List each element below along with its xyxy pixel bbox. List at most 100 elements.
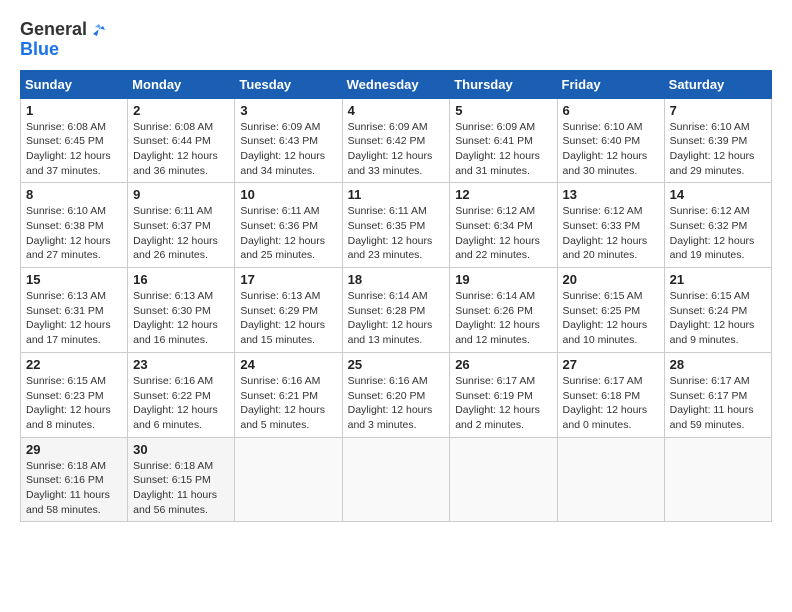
day-number: 12: [455, 187, 551, 202]
calendar-day-cell: 6 Sunrise: 6:10 AMSunset: 6:40 PMDayligh…: [557, 98, 664, 183]
calendar-day-cell: [235, 437, 342, 522]
weekday-header: Friday: [557, 70, 664, 98]
day-number: 2: [133, 103, 229, 118]
day-detail: Sunrise: 6:15 AMSunset: 6:23 PMDaylight:…: [26, 375, 111, 431]
day-detail: Sunrise: 6:16 AMSunset: 6:22 PMDaylight:…: [133, 375, 218, 431]
day-number: 16: [133, 272, 229, 287]
calendar-day-cell: 28 Sunrise: 6:17 AMSunset: 6:17 PMDaylig…: [664, 352, 771, 437]
day-detail: Sunrise: 6:09 AMSunset: 6:43 PMDaylight:…: [240, 121, 325, 177]
day-detail: Sunrise: 6:10 AMSunset: 6:40 PMDaylight:…: [563, 121, 648, 177]
calendar-day-cell: 7 Sunrise: 6:10 AMSunset: 6:39 PMDayligh…: [664, 98, 771, 183]
day-number: 27: [563, 357, 659, 372]
calendar-week-row: 29 Sunrise: 6:18 AMSunset: 6:16 PMDaylig…: [21, 437, 772, 522]
calendar-day-cell: 17 Sunrise: 6:13 AMSunset: 6:29 PMDaylig…: [235, 268, 342, 353]
logo-blue: Blue: [20, 40, 107, 60]
day-number: 23: [133, 357, 229, 372]
day-detail: Sunrise: 6:14 AMSunset: 6:28 PMDaylight:…: [348, 290, 433, 346]
day-number: 9: [133, 187, 229, 202]
day-number: 14: [670, 187, 766, 202]
day-number: 10: [240, 187, 336, 202]
weekday-header: Tuesday: [235, 70, 342, 98]
calendar-day-cell: [342, 437, 450, 522]
calendar-day-cell: 5 Sunrise: 6:09 AMSunset: 6:41 PMDayligh…: [450, 98, 557, 183]
calendar-day-cell: 9 Sunrise: 6:11 AMSunset: 6:37 PMDayligh…: [128, 183, 235, 268]
calendar-day-cell: 1 Sunrise: 6:08 AMSunset: 6:45 PMDayligh…: [21, 98, 128, 183]
calendar-week-row: 8 Sunrise: 6:10 AMSunset: 6:38 PMDayligh…: [21, 183, 772, 268]
weekday-header: Thursday: [450, 70, 557, 98]
calendar-week-row: 15 Sunrise: 6:13 AMSunset: 6:31 PMDaylig…: [21, 268, 772, 353]
calendar-day-cell: 8 Sunrise: 6:10 AMSunset: 6:38 PMDayligh…: [21, 183, 128, 268]
calendar-day-cell: 13 Sunrise: 6:12 AMSunset: 6:33 PMDaylig…: [557, 183, 664, 268]
calendar-day-cell: 2 Sunrise: 6:08 AMSunset: 6:44 PMDayligh…: [128, 98, 235, 183]
day-number: 24: [240, 357, 336, 372]
day-detail: Sunrise: 6:09 AMSunset: 6:42 PMDaylight:…: [348, 121, 433, 177]
calendar-day-cell: 19 Sunrise: 6:14 AMSunset: 6:26 PMDaylig…: [450, 268, 557, 353]
day-number: 17: [240, 272, 336, 287]
calendar-day-cell: 18 Sunrise: 6:14 AMSunset: 6:28 PMDaylig…: [342, 268, 450, 353]
calendar-day-cell: [664, 437, 771, 522]
day-detail: Sunrise: 6:12 AMSunset: 6:32 PMDaylight:…: [670, 205, 755, 261]
logo-general: General: [20, 20, 87, 40]
day-detail: Sunrise: 6:18 AMSunset: 6:15 PMDaylight:…: [133, 460, 217, 516]
calendar-day-cell: 16 Sunrise: 6:13 AMSunset: 6:30 PMDaylig…: [128, 268, 235, 353]
day-number: 13: [563, 187, 659, 202]
day-detail: Sunrise: 6:09 AMSunset: 6:41 PMDaylight:…: [455, 121, 540, 177]
day-number: 19: [455, 272, 551, 287]
day-detail: Sunrise: 6:11 AMSunset: 6:35 PMDaylight:…: [348, 205, 433, 261]
day-detail: Sunrise: 6:16 AMSunset: 6:20 PMDaylight:…: [348, 375, 433, 431]
calendar-day-cell: 30 Sunrise: 6:18 AMSunset: 6:15 PMDaylig…: [128, 437, 235, 522]
day-number: 3: [240, 103, 336, 118]
day-detail: Sunrise: 6:13 AMSunset: 6:29 PMDaylight:…: [240, 290, 325, 346]
weekday-header: Monday: [128, 70, 235, 98]
calendar-day-cell: 26 Sunrise: 6:17 AMSunset: 6:19 PMDaylig…: [450, 352, 557, 437]
day-detail: Sunrise: 6:10 AMSunset: 6:39 PMDaylight:…: [670, 121, 755, 177]
day-number: 8: [26, 187, 122, 202]
day-number: 1: [26, 103, 122, 118]
day-number: 26: [455, 357, 551, 372]
weekday-header: Sunday: [21, 70, 128, 98]
calendar-week-row: 22 Sunrise: 6:15 AMSunset: 6:23 PMDaylig…: [21, 352, 772, 437]
day-number: 11: [348, 187, 445, 202]
calendar-day-cell: 14 Sunrise: 6:12 AMSunset: 6:32 PMDaylig…: [664, 183, 771, 268]
day-detail: Sunrise: 6:18 AMSunset: 6:16 PMDaylight:…: [26, 460, 110, 516]
day-detail: Sunrise: 6:08 AMSunset: 6:44 PMDaylight:…: [133, 121, 218, 177]
calendar-day-cell: 29 Sunrise: 6:18 AMSunset: 6:16 PMDaylig…: [21, 437, 128, 522]
calendar-day-cell: 15 Sunrise: 6:13 AMSunset: 6:31 PMDaylig…: [21, 268, 128, 353]
day-detail: Sunrise: 6:14 AMSunset: 6:26 PMDaylight:…: [455, 290, 540, 346]
day-number: 28: [670, 357, 766, 372]
calendar-day-cell: [557, 437, 664, 522]
calendar-day-cell: [450, 437, 557, 522]
day-number: 20: [563, 272, 659, 287]
calendar-day-cell: 11 Sunrise: 6:11 AMSunset: 6:35 PMDaylig…: [342, 183, 450, 268]
day-detail: Sunrise: 6:12 AMSunset: 6:34 PMDaylight:…: [455, 205, 540, 261]
day-detail: Sunrise: 6:08 AMSunset: 6:45 PMDaylight:…: [26, 121, 111, 177]
day-detail: Sunrise: 6:17 AMSunset: 6:17 PMDaylight:…: [670, 375, 754, 431]
calendar-week-row: 1 Sunrise: 6:08 AMSunset: 6:45 PMDayligh…: [21, 98, 772, 183]
logo: General Blue: [20, 20, 107, 60]
day-number: 7: [670, 103, 766, 118]
calendar-table: SundayMondayTuesdayWednesdayThursdayFrid…: [20, 70, 772, 523]
day-detail: Sunrise: 6:16 AMSunset: 6:21 PMDaylight:…: [240, 375, 325, 431]
calendar-day-cell: 3 Sunrise: 6:09 AMSunset: 6:43 PMDayligh…: [235, 98, 342, 183]
calendar-day-cell: 27 Sunrise: 6:17 AMSunset: 6:18 PMDaylig…: [557, 352, 664, 437]
day-detail: Sunrise: 6:15 AMSunset: 6:25 PMDaylight:…: [563, 290, 648, 346]
day-detail: Sunrise: 6:13 AMSunset: 6:31 PMDaylight:…: [26, 290, 111, 346]
calendar-day-cell: 22 Sunrise: 6:15 AMSunset: 6:23 PMDaylig…: [21, 352, 128, 437]
day-number: 5: [455, 103, 551, 118]
day-number: 22: [26, 357, 122, 372]
day-number: 18: [348, 272, 445, 287]
calendar-day-cell: 20 Sunrise: 6:15 AMSunset: 6:25 PMDaylig…: [557, 268, 664, 353]
day-detail: Sunrise: 6:13 AMSunset: 6:30 PMDaylight:…: [133, 290, 218, 346]
calendar-day-cell: 21 Sunrise: 6:15 AMSunset: 6:24 PMDaylig…: [664, 268, 771, 353]
weekday-header: Saturday: [664, 70, 771, 98]
day-detail: Sunrise: 6:15 AMSunset: 6:24 PMDaylight:…: [670, 290, 755, 346]
calendar-header-row: SundayMondayTuesdayWednesdayThursdayFrid…: [21, 70, 772, 98]
calendar-day-cell: 23 Sunrise: 6:16 AMSunset: 6:22 PMDaylig…: [128, 352, 235, 437]
page-header: General Blue: [20, 20, 772, 60]
day-detail: Sunrise: 6:11 AMSunset: 6:37 PMDaylight:…: [133, 205, 218, 261]
day-detail: Sunrise: 6:11 AMSunset: 6:36 PMDaylight:…: [240, 205, 325, 261]
day-detail: Sunrise: 6:17 AMSunset: 6:18 PMDaylight:…: [563, 375, 648, 431]
day-detail: Sunrise: 6:10 AMSunset: 6:38 PMDaylight:…: [26, 205, 111, 261]
day-number: 25: [348, 357, 445, 372]
day-number: 6: [563, 103, 659, 118]
